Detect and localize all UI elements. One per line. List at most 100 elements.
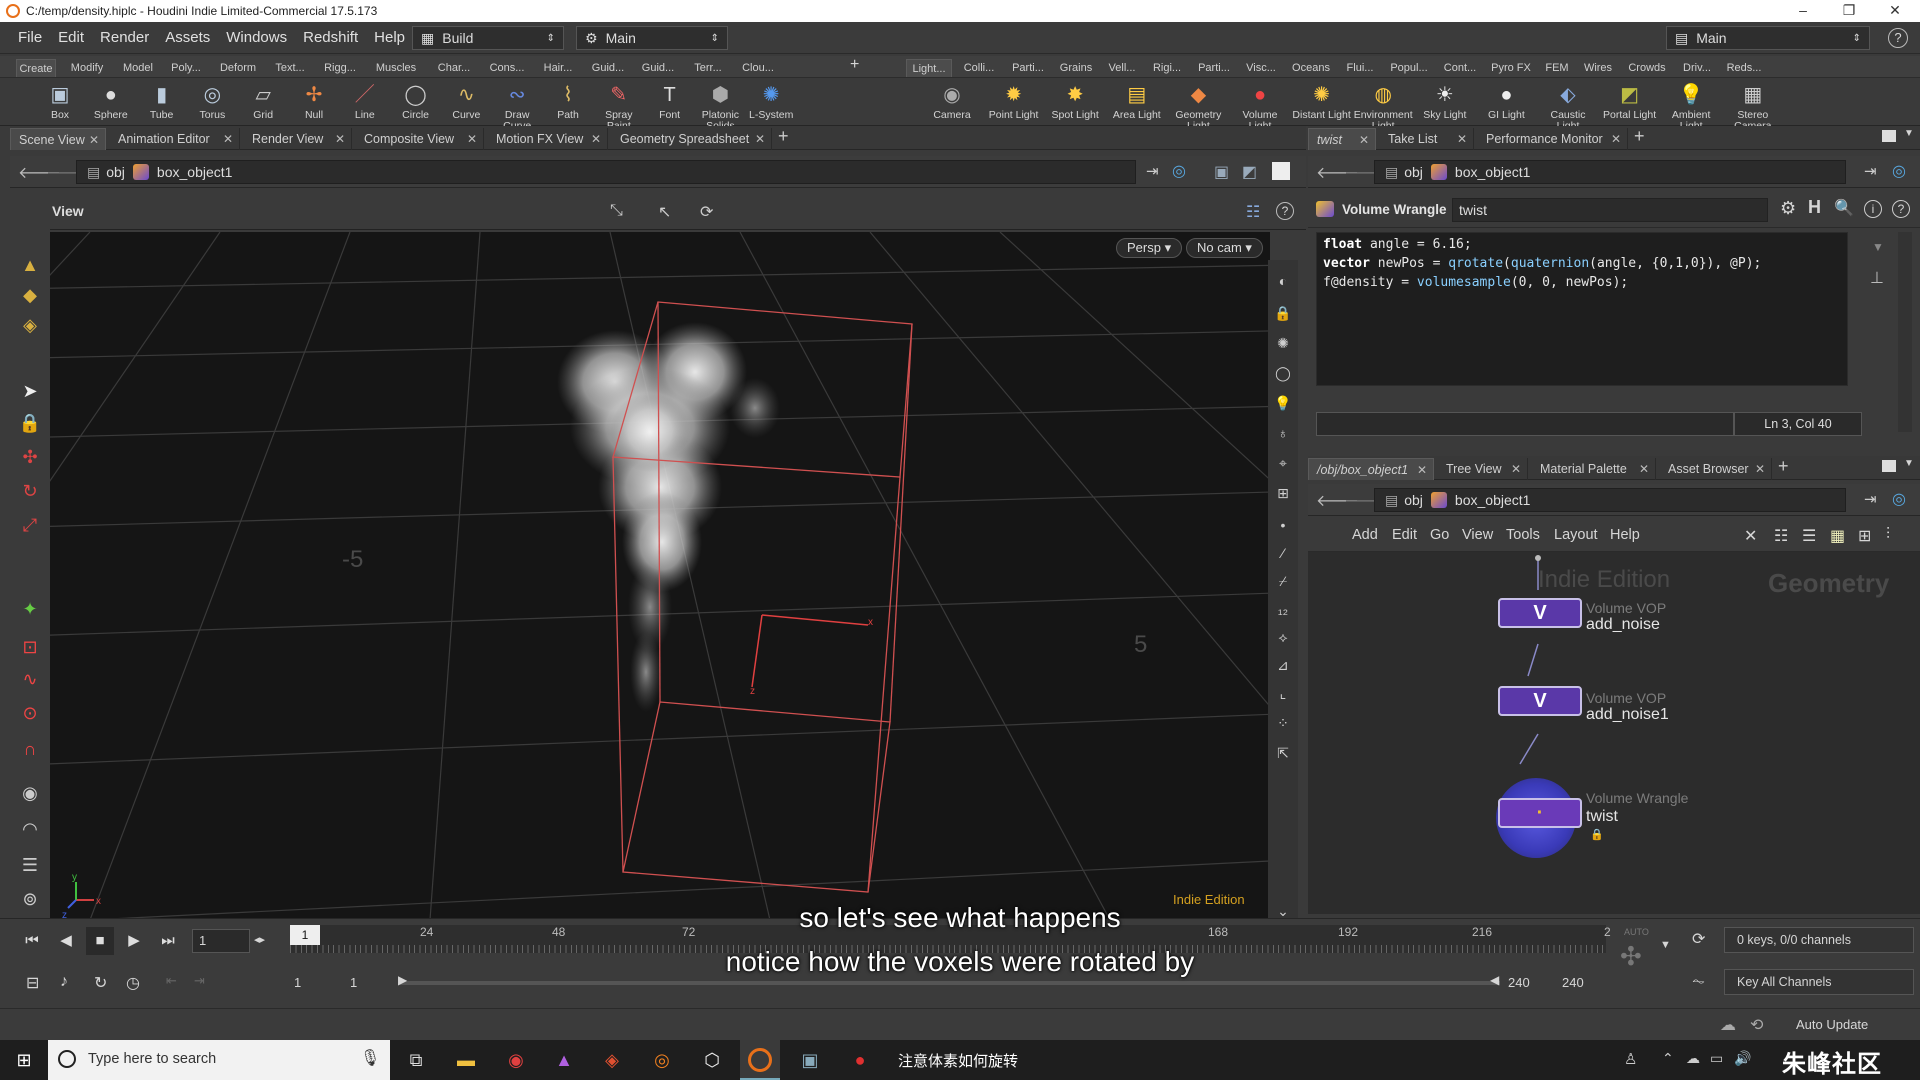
select-icon[interactable]: ▲: [16, 252, 44, 278]
shelf-tab[interactable]: Crowds: [1622, 59, 1672, 77]
desktop-main-selector[interactable]: ⚙ Main ⇕: [576, 26, 728, 50]
scatter-icon[interactable]: ⁘: [1272, 712, 1294, 734]
snapshot-icon[interactable]: ⊞: [1272, 482, 1294, 504]
node-body[interactable]: ·: [1498, 798, 1582, 828]
tab-obj-box-object1[interactable]: /obj/box_object1 ✕: [1308, 458, 1434, 480]
close-window-button[interactable]: ✕: [1872, 0, 1918, 22]
tab-tree-view[interactable]: Tree View ✕: [1438, 458, 1528, 480]
tab-animation-editor[interactable]: Animation Editor ✕: [110, 128, 240, 150]
light-icon[interactable]: ✺: [1272, 332, 1294, 354]
net-menu-add[interactable]: Add: [1352, 527, 1378, 543]
view-tool-icon[interactable]: ◉: [16, 780, 44, 806]
pointer-icon[interactable]: ➤: [16, 378, 44, 404]
select-tool-icon[interactable]: ⤡: [610, 202, 623, 220]
path-node[interactable]: box_object1: [157, 164, 233, 180]
snap-grid-icon[interactable]: ⊡: [16, 634, 44, 660]
close-icon[interactable]: ✕: [335, 128, 345, 150]
pane-menu-icon[interactable]: ▼: [1904, 458, 1914, 469]
app-triangle-icon[interactable]: ▲: [552, 1048, 576, 1072]
add-tab-button[interactable]: +: [1778, 456, 1789, 477]
expression-field[interactable]: [1316, 412, 1734, 436]
shelf-light-tool[interactable]: ✺ Distant Light: [1292, 80, 1352, 126]
sphere-display-icon[interactable]: ◯: [1272, 362, 1294, 384]
app-red-icon[interactable]: ◈: [600, 1048, 624, 1072]
people-icon[interactable]: ♙: [1624, 1050, 1637, 1068]
shelf-tab[interactable]: Clou...: [736, 59, 780, 77]
shelf-light-tool[interactable]: ✹ Point Light: [984, 80, 1044, 126]
insert-channel-icon[interactable]: ⊥: [1870, 268, 1884, 288]
snap-point-icon[interactable]: ⊙: [16, 700, 44, 726]
houdini-help-icon[interactable]: H: [1808, 197, 1821, 218]
task-view-icon[interactable]: ⧉: [404, 1048, 428, 1072]
toolbar-options-icon[interactable]: ☷: [1246, 202, 1260, 222]
tab-twist[interactable]: twist ✕: [1308, 128, 1376, 150]
shelf-tab[interactable]: Cont...: [1438, 59, 1482, 77]
shelf-tab[interactable]: Flui...: [1340, 59, 1380, 77]
code-menu-icon[interactable]: ▼: [1872, 240, 1884, 254]
desktop-right-selector[interactable]: ▤ Main ⇕: [1666, 26, 1870, 50]
tab-asset-browser[interactable]: Asset Browser ✕: [1660, 458, 1772, 480]
shelf-tab[interactable]: Poly...: [164, 59, 208, 77]
lightbulb-icon[interactable]: 💡: [1272, 392, 1294, 414]
close-icon[interactable]: ✕: [467, 128, 477, 150]
shelf-tab[interactable]: Vell...: [1102, 59, 1142, 77]
path-node[interactable]: box_object1: [1455, 164, 1531, 180]
shelf-light-tool[interactable]: ▦Stereo Camera: [1723, 80, 1783, 132]
node-body[interactable]: V: [1498, 598, 1582, 628]
shelf-light-tool[interactable]: ●Volume Light: [1230, 80, 1290, 132]
onedrive-icon[interactable]: ☁: [1686, 1050, 1700, 1067]
close-icon[interactable]: ✕: [223, 128, 233, 150]
shelf-light-tool[interactable]: ◩ Portal Light: [1600, 80, 1660, 126]
move-icon[interactable]: ✣: [16, 444, 44, 470]
shelf-tab[interactable]: Hair...: [536, 59, 580, 77]
shelf-light-tool[interactable]: 💡Ambient Light: [1661, 80, 1721, 132]
scale-icon[interactable]: ⤢: [16, 512, 44, 538]
shelf-tool[interactable]: ◯ Circle: [390, 80, 442, 126]
shelf-tab[interactable]: Pyro FX: [1486, 59, 1536, 77]
search-icon[interactable]: 🔍: [1834, 198, 1854, 218]
help-icon[interactable]: ?: [1888, 28, 1908, 48]
shelf-tool[interactable]: ▣ Box: [34, 80, 86, 126]
shelf-tab[interactable]: Muscles: [368, 59, 424, 77]
left-path-field[interactable]: ▤ obj box_object1: [76, 160, 1136, 184]
menu-windows[interactable]: Windows: [218, 29, 295, 46]
shelf-tab[interactable]: Model: [118, 59, 158, 77]
lock-icon[interactable]: 🔒: [16, 410, 44, 436]
shelf-tool[interactable]: ● Sphere: [85, 80, 137, 126]
3d-viewport[interactable]: x z -5 5 x y z Indie Edition: [50, 232, 1270, 920]
persp-menu-button[interactable]: Persp ▾: [1116, 238, 1183, 258]
gear-icon[interactable]: ⚙: [1780, 198, 1796, 219]
shelf-light-tool[interactable]: ✸ Spot Light: [1045, 80, 1105, 126]
point-display-icon[interactable]: •: [1272, 514, 1294, 536]
shelf-tool[interactable]: ∿ Curve: [440, 80, 492, 126]
shelf-tool[interactable]: ∾Draw Curve: [491, 80, 543, 132]
vex-code-editor[interactable]: float angle = 6.16; vector newPos = qrot…: [1316, 232, 1848, 386]
pin-icon[interactable]: ⇥: [1864, 162, 1877, 180]
close-icon[interactable]: ✕: [1639, 458, 1649, 480]
node-name-label[interactable]: add_noise: [1586, 616, 1660, 634]
transform-tool-icon[interactable]: ⟳: [700, 202, 713, 222]
net-menu-layout[interactable]: Layout: [1554, 527, 1598, 543]
refresh-icon[interactable]: ⟲: [1750, 1015, 1763, 1035]
shelf-tab[interactable]: Rigi...: [1146, 59, 1188, 77]
tab-scene-view[interactable]: Scene View ✕: [10, 128, 106, 150]
shelf-tab[interactable]: Rigg...: [318, 59, 362, 77]
shelf-tool[interactable]: ◎ Torus: [186, 80, 238, 126]
link-icon[interactable]: ◎: [1172, 161, 1186, 181]
pane-maximize-icon[interactable]: [1882, 460, 1896, 472]
vector-icon[interactable]: ⇱: [1272, 742, 1294, 764]
node-twist[interactable]: ·: [1498, 792, 1582, 828]
normal-display-icon[interactable]: ⌿: [1272, 570, 1294, 592]
background-icon[interactable]: [1272, 162, 1290, 180]
camera-view-icon[interactable]: ⌖: [1272, 452, 1294, 474]
path-context[interactable]: obj: [1404, 492, 1423, 508]
add-tab-button[interactable]: +: [778, 126, 789, 147]
shelf-light-tool[interactable]: ☀ Sky Light: [1415, 80, 1475, 126]
tab-motion-fx-view[interactable]: Motion FX View ✕: [488, 128, 608, 150]
pin-icon[interactable]: ⇥: [1864, 490, 1877, 508]
select-primitive-icon[interactable]: ◆: [16, 282, 44, 308]
tab-material-palette[interactable]: Material Palette ✕: [1532, 458, 1656, 480]
shelf-tool[interactable]: T Font: [644, 80, 696, 126]
shelf-tab[interactable]: Guid...: [636, 59, 680, 77]
number-display-icon[interactable]: ₁₂: [1272, 598, 1294, 620]
